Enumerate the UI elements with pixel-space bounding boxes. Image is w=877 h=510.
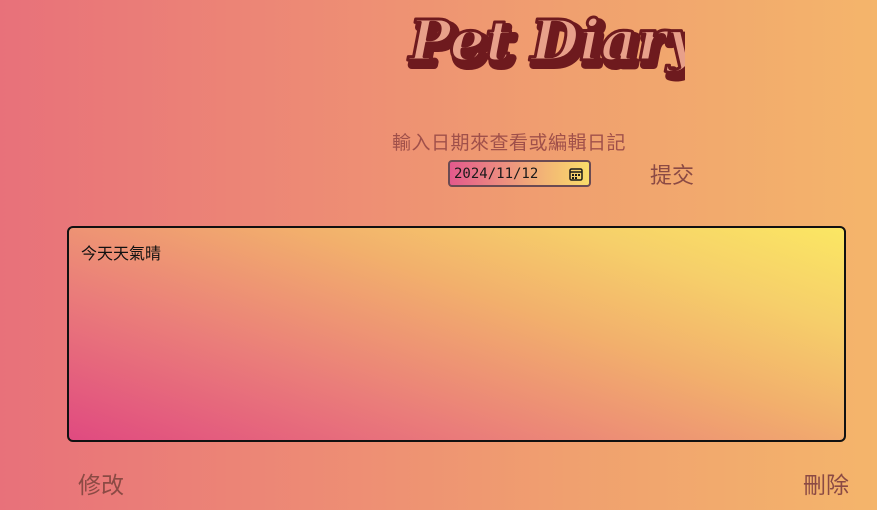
- edit-button[interactable]: 修改: [78, 466, 124, 500]
- delete-button[interactable]: 刪除: [803, 466, 849, 500]
- diary-textarea[interactable]: 今天天氣晴: [67, 226, 846, 442]
- date-input[interactable]: 2024/11/12: [448, 160, 591, 187]
- date-value[interactable]: 2024/11/12: [454, 166, 569, 182]
- pet-diary-logo: Pet Diary Pet Diary: [405, 0, 686, 90]
- svg-text:Pet Diary: Pet Diary: [407, 8, 685, 74]
- submit-button[interactable]: 提交: [650, 158, 694, 190]
- calendar-icon[interactable]: [569, 167, 583, 181]
- date-prompt-label: 輸入日期來查看或編輯日記: [392, 132, 627, 154]
